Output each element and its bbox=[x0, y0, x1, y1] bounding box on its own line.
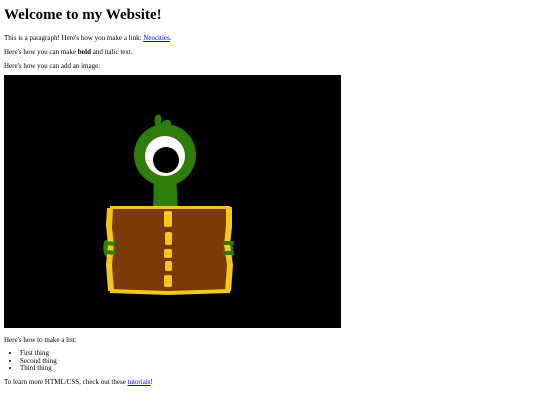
spine-segment bbox=[165, 261, 172, 271]
tutorials-after: ! bbox=[150, 377, 153, 386]
list-item: Second thing bbox=[20, 357, 536, 366]
spine-segment bbox=[164, 249, 172, 258]
right-finger bbox=[223, 241, 234, 245]
neocities-link[interactable]: Neocities bbox=[143, 34, 169, 42]
paragraph-image-intro: Here's how you can add an image: bbox=[4, 62, 101, 70]
paragraph-intro-text: This is a paragraph! Here's how you make… bbox=[4, 34, 144, 42]
bold-text: bold bbox=[77, 48, 91, 56]
spine-segment bbox=[165, 232, 172, 245]
paragraph-list-intro: Here's how to make a list: bbox=[4, 336, 77, 344]
pupil-icon bbox=[153, 147, 179, 173]
paragraph-tutorials: To learn more HTML/CSS, check out these … bbox=[4, 378, 536, 386]
formatting-middle: and bbox=[91, 48, 105, 56]
tutorials-link[interactable]: tutorials bbox=[128, 378, 151, 386]
mascot-drawing bbox=[4, 75, 341, 328]
formatting-after: text. bbox=[118, 48, 133, 56]
example-list: First thing Second thing Third thing bbox=[4, 349, 536, 373]
paragraph-intro: This is a paragraph! Here's how you make… bbox=[4, 34, 536, 42]
italic-text: italic bbox=[104, 48, 119, 56]
page-title: Welcome to my Website! bbox=[4, 7, 162, 23]
formatting-before: Here's how you can make bbox=[4, 48, 78, 56]
tutorials-before: To learn more HTML/CSS, check out these bbox=[4, 377, 128, 386]
list-item: Third thing bbox=[20, 365, 536, 373]
spine-segment bbox=[164, 211, 172, 227]
mascot-image bbox=[4, 75, 341, 328]
right-finger bbox=[223, 251, 234, 255]
list-item: First thing bbox=[20, 349, 536, 358]
paragraph-formatting: Here's how you can make bold and italic … bbox=[4, 48, 536, 56]
paragraph-intro-after: . bbox=[169, 34, 172, 42]
page-body: Welcome to my Website! This is a paragra… bbox=[0, 0, 540, 386]
spine-segment bbox=[164, 275, 172, 287]
book-top-edge bbox=[110, 206, 230, 209]
